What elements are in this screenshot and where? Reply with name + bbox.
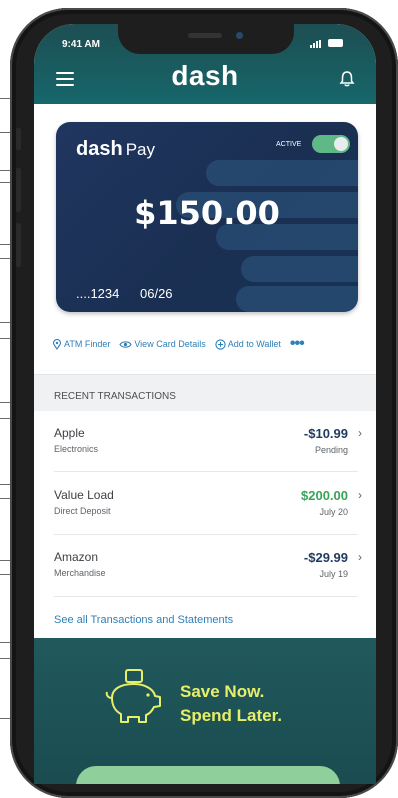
volume-up-button [16, 168, 21, 212]
atm-finder-label: ATM Finder [64, 339, 111, 349]
card-expiry: 06/26 [140, 286, 173, 301]
card-pattern [206, 160, 358, 186]
eye-icon [119, 340, 132, 348]
chevron-right-icon: › [358, 550, 362, 564]
transaction-amount: $200.00 [301, 488, 348, 503]
card-brand-main: dash [76, 138, 123, 160]
recent-transactions-title: RECENT TRANSACTIONS [54, 391, 176, 402]
transaction-date: July 19 [319, 569, 348, 579]
transaction-amount: -$29.99 [303, 550, 348, 565]
transaction-row[interactable]: Apple Electronics -$10.99 Pending › [54, 412, 376, 474]
card-brand-sub: Pay [125, 140, 155, 159]
transaction-merchant: Apple [54, 426, 85, 440]
piggy-bank-icon [105, 669, 161, 723]
transaction-merchant: Amazon [54, 550, 99, 564]
atm-finder-link[interactable]: ATM Finder [52, 338, 111, 350]
transaction-status: Pending [314, 445, 348, 455]
location-pin-icon [52, 338, 62, 350]
card-balance: $150.00 [134, 194, 280, 232]
transaction-category: Direct Deposit [54, 506, 111, 516]
card-pattern [236, 286, 358, 312]
divider [54, 471, 358, 472]
plus-circle-icon [215, 338, 226, 350]
app-logo: dash [171, 60, 239, 91]
card-pattern [241, 256, 358, 282]
divider [54, 596, 358, 597]
battery-icon [328, 39, 343, 47]
payment-card[interactable]: dash Pay ACTIVE $150.00 ....1234 06/26 [56, 122, 358, 312]
transaction-category: Merchandise [54, 568, 106, 578]
card-actions: ATM Finder View Card Details Add to Wall… [52, 336, 372, 352]
transaction-date: July 20 [319, 507, 348, 517]
promo-headline-1: Save Now. [180, 682, 265, 701]
transaction-row[interactable]: Amazon Merchandise -$29.99 July 19 › [54, 536, 376, 598]
transaction-row[interactable]: Value Load Direct Deposit $200.00 July 2… [54, 474, 376, 536]
promo-action-button[interactable] [76, 766, 340, 784]
see-all-transactions-link[interactable]: See all Transactions and Statements [54, 614, 233, 626]
signal-icon [310, 40, 322, 48]
toggle-knob [334, 137, 348, 151]
card-status-label: ACTIVE [276, 141, 302, 148]
transaction-merchant: Value Load [54, 488, 114, 502]
bell-icon[interactable] [338, 70, 356, 88]
app-screen: 9:41 AM dash dash Pay ACTIVE $150.00 ...… [34, 24, 376, 784]
savings-promo-banner[interactable]: Save Now. Spend Later. [34, 638, 376, 784]
status-time: 9:41 AM [62, 39, 100, 50]
transaction-amount: -$10.99 [303, 426, 348, 441]
volume-down-button [16, 223, 21, 267]
phone-notch [118, 24, 294, 54]
more-options-icon[interactable]: ••• [290, 336, 305, 352]
chevron-right-icon: › [358, 488, 362, 502]
card-brand: dash Pay [76, 138, 155, 161]
view-card-details-link[interactable]: View Card Details [119, 339, 206, 349]
card-active-toggle[interactable] [312, 135, 350, 153]
card-last-four: ....1234 [76, 286, 120, 301]
add-to-wallet-label: Add to Wallet [227, 339, 281, 349]
divider [54, 534, 358, 535]
recent-transactions-header: RECENT TRANSACTIONS [34, 374, 376, 411]
view-card-details-label: View Card Details [134, 339, 206, 349]
transaction-category: Electronics [54, 444, 99, 454]
add-to-wallet-link[interactable]: Add to Wallet [215, 338, 281, 350]
silent-switch [16, 128, 21, 150]
chevron-right-icon: › [358, 426, 362, 440]
promo-headline-2: Spend Later. [180, 706, 283, 725]
